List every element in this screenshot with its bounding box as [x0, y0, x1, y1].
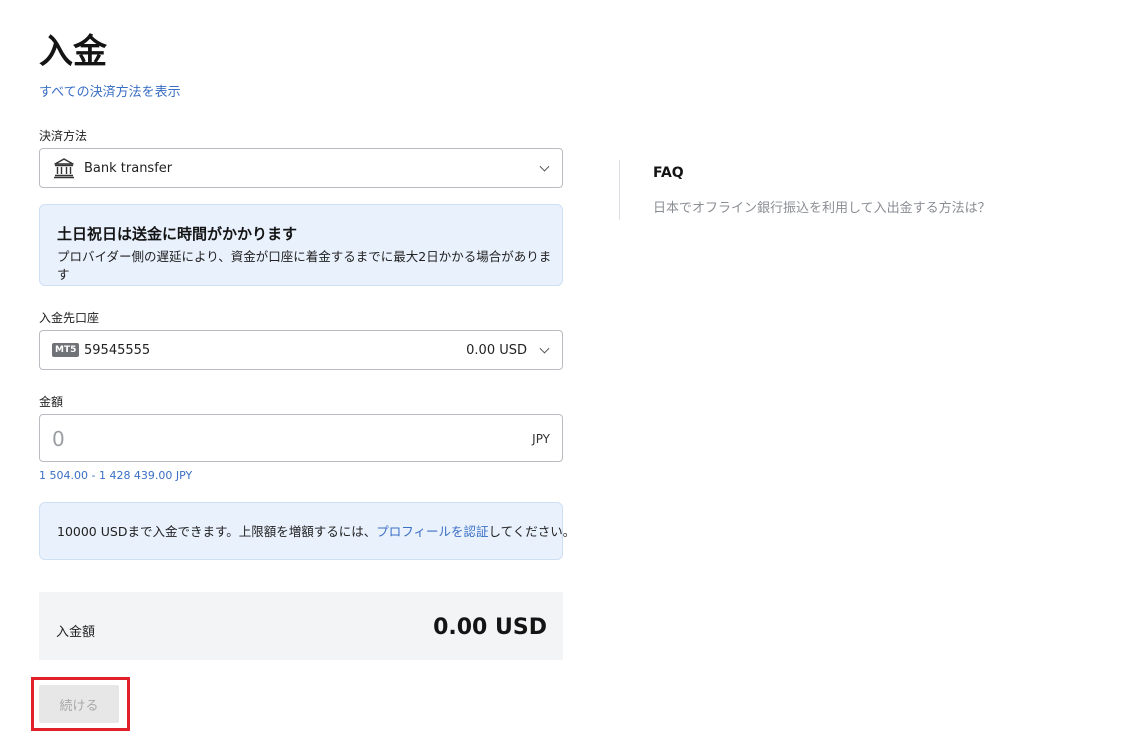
deposit-summary: 入金額 0.00 USD	[39, 592, 563, 660]
account-number: 59545555	[84, 343, 151, 358]
payment-method-label: 決済方法	[39, 129, 88, 143]
mt5-badge: MT5	[52, 343, 80, 357]
payment-method-select[interactable]: Bank transfer	[39, 148, 563, 188]
currency-code: JPY	[532, 432, 550, 446]
faq-question-link[interactable]: 日本でオフライン銀行振込を利用して入出金する方法は？	[653, 200, 991, 217]
amount-label: 金額	[39, 395, 64, 409]
deposit-limit-text: 10000 USDまで入金できます。上限額を増額するには、プロフィールを認証して…	[57, 523, 575, 541]
amount-range-hint: 1 504.00 - 1 428 439.00 JPY	[39, 469, 193, 482]
faq-panel: FAQ 日本でオフライン銀行振込を利用して入出金する方法は？	[619, 160, 1039, 220]
faq-title: FAQ	[653, 165, 684, 181]
limit-text-after: してください。	[488, 524, 576, 539]
payment-method-value: Bank transfer	[84, 161, 173, 176]
weekend-notice-text: プロバイダー側の遅延により、資金が口座に着金するまでに最大2日かかる場合がありま…	[57, 249, 552, 282]
account-label: 入金先口座	[39, 311, 100, 325]
summary-amount: 0.00 USD	[433, 615, 547, 640]
summary-label: 入金額	[56, 625, 96, 640]
weekend-notice-banner: 土日祝日は送金に時間がかかります プロバイダー側の遅延により、資金が口座に着金す…	[39, 204, 563, 286]
page-title: 入金	[39, 32, 107, 72]
limit-text-before: 10000 USDまで入金できます。上限額を増額するには、	[57, 524, 377, 539]
bank-icon	[54, 158, 74, 179]
weekend-notice-title: 土日祝日は送金に時間がかかります	[57, 225, 298, 243]
amount-input[interactable]	[52, 425, 492, 453]
chevron-down-icon	[539, 343, 550, 354]
account-select[interactable]: MT5 59545555 0.00 USD	[39, 330, 563, 370]
all-payment-methods-link[interactable]: すべての決済方法を表示	[39, 84, 181, 102]
amount-field[interactable]: JPY	[39, 414, 563, 462]
verify-profile-link[interactable]: プロフィールを認証	[376, 524, 488, 539]
deposit-page: 入金 すべての決済方法を表示 決済方法 Bank transfer 土日祝日は送…	[0, 0, 1127, 750]
deposit-limit-banner: 10000 USDまで入金できます。上限額を増額するには、プロフィールを認証して…	[39, 502, 575, 560]
account-balance: 0.00 USD	[466, 343, 527, 358]
chevron-down-icon	[539, 161, 550, 172]
continue-button[interactable]: 続ける	[39, 685, 119, 723]
